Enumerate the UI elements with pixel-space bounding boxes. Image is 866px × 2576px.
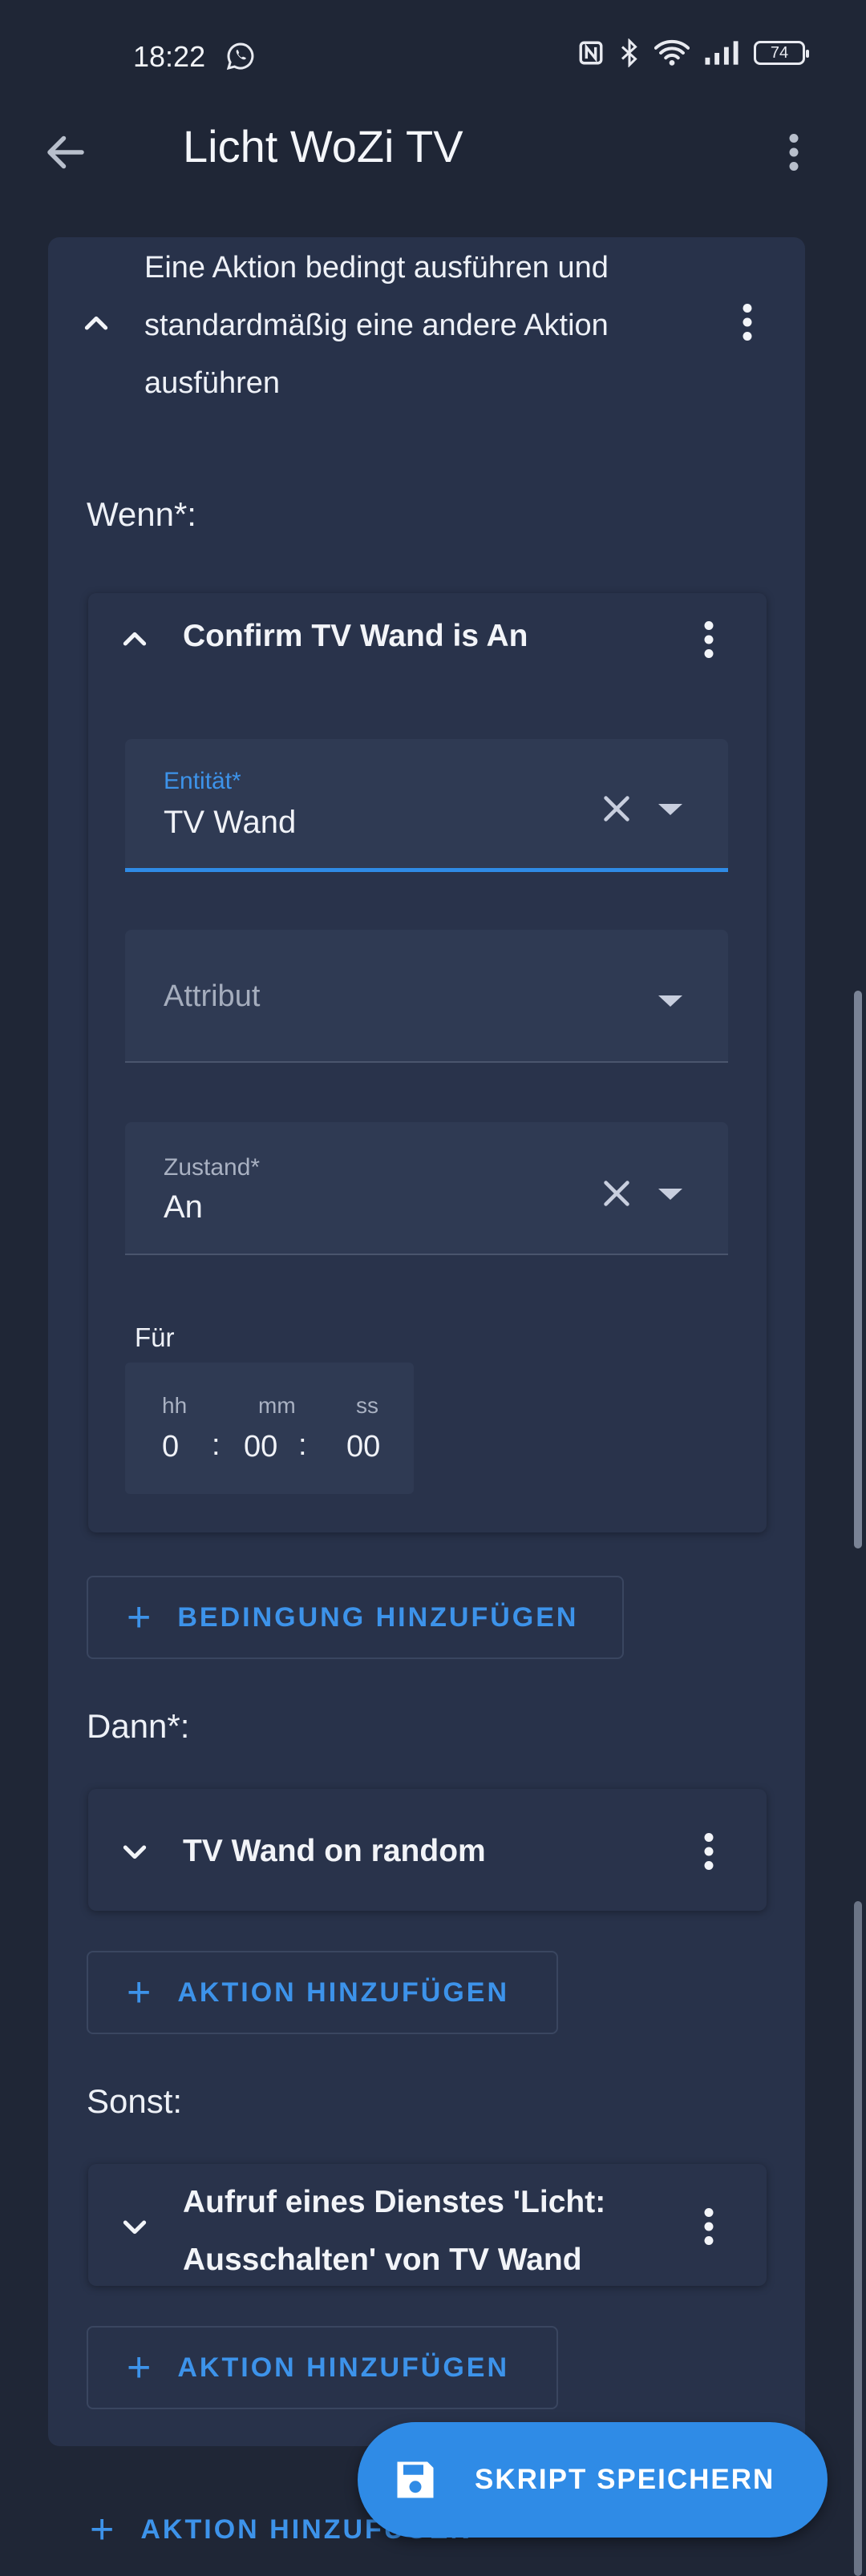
else-action-title: Aufruf eines Dienstes 'Licht: Ausschalte… bbox=[183, 2174, 605, 2289]
else-label: Sonst: bbox=[87, 2082, 183, 2120]
plus-icon: + bbox=[127, 2344, 154, 2391]
battery-level: 74 bbox=[770, 43, 789, 62]
condition-menu-icon[interactable] bbox=[685, 616, 733, 664]
seconds-value[interactable]: 00 bbox=[346, 1430, 380, 1464]
hh-label: hh bbox=[162, 1393, 188, 1418]
then-action-title: TV Wand on random bbox=[183, 1834, 486, 1868]
entity-label: Entität* bbox=[164, 768, 241, 794]
for-label: Für bbox=[135, 1322, 175, 1352]
save-script-label: SKRIPT SPEICHERN bbox=[475, 2464, 775, 2495]
ss-label: ss bbox=[356, 1393, 378, 1418]
state-label: Zustand* bbox=[164, 1154, 261, 1181]
battery-icon: 74 bbox=[754, 41, 809, 65]
add-action-button[interactable]: + AKTION HINZUFÜGEN bbox=[87, 1951, 558, 2034]
action-menu-icon[interactable] bbox=[685, 2203, 733, 2251]
card-title: Eine Aktion bedingt ausführen und standa… bbox=[144, 239, 722, 412]
action-menu-icon[interactable] bbox=[685, 1827, 733, 1875]
minutes-value[interactable]: 00 bbox=[244, 1430, 277, 1464]
scrollbar[interactable] bbox=[854, 1901, 862, 2576]
if-label: Wenn*: bbox=[87, 495, 196, 533]
state-value[interactable]: An bbox=[164, 1189, 203, 1225]
scrollbar[interactable] bbox=[854, 991, 862, 1548]
clear-icon[interactable] bbox=[598, 790, 635, 827]
hours-value[interactable]: 0 bbox=[162, 1430, 179, 1464]
expand-chevron-icon[interactable] bbox=[111, 1827, 159, 1875]
card-title-line: ausführen bbox=[144, 366, 281, 400]
dropdown-arrow-icon[interactable] bbox=[658, 995, 682, 1007]
add-action-label: AKTION HINZUFÜGEN bbox=[177, 2352, 510, 2383]
add-action-button[interactable]: + AKTION HINZUFÜGEN bbox=[87, 2326, 558, 2409]
status-icons: 74 bbox=[577, 38, 809, 67]
overflow-menu-icon[interactable] bbox=[770, 128, 818, 176]
signal-icon bbox=[705, 41, 739, 65]
wifi-icon bbox=[654, 39, 690, 66]
time-separator: : bbox=[212, 1428, 221, 1462]
add-condition-label: BEDINGUNG HINZUFÜGEN bbox=[177, 1601, 579, 1633]
mm-label: mm bbox=[258, 1393, 296, 1418]
status-time: 18:22 bbox=[133, 40, 206, 73]
nfc-icon bbox=[579, 41, 603, 65]
expand-chevron-icon[interactable] bbox=[111, 2203, 159, 2251]
then-label: Dann*: bbox=[87, 1707, 190, 1745]
whatsapp-icon bbox=[226, 42, 254, 71]
clear-icon[interactable] bbox=[598, 1175, 635, 1212]
add-condition-button[interactable]: + BEDINGUNG HINZUFÜGEN bbox=[87, 1576, 624, 1659]
plus-icon: + bbox=[127, 1594, 154, 1641]
card-menu-icon[interactable] bbox=[723, 298, 771, 346]
state-field[interactable] bbox=[125, 1122, 728, 1255]
plus-icon: + bbox=[90, 2506, 117, 2553]
dropdown-arrow-icon[interactable] bbox=[658, 1189, 682, 1200]
time-separator: : bbox=[298, 1428, 307, 1462]
duration-input[interactable] bbox=[125, 1363, 414, 1494]
attribute-placeholder: Attribut bbox=[164, 979, 261, 1013]
condition-title: Confirm TV Wand is An bbox=[183, 619, 528, 653]
add-action-label: AKTION HINZUFÜGEN bbox=[177, 1976, 510, 2008]
page-title: Licht WoZi TV bbox=[183, 121, 463, 172]
card-title-line: Eine Aktion bedingt ausführen und bbox=[144, 251, 609, 285]
else-action-line: Aufruf eines Dienstes 'Licht: bbox=[183, 2185, 606, 2219]
save-icon bbox=[397, 2461, 434, 2498]
save-script-button[interactable]: SKRIPT SPEICHERN bbox=[358, 2422, 828, 2538]
entity-value[interactable]: TV Wand bbox=[164, 805, 296, 841]
bluetooth-icon bbox=[621, 38, 637, 67]
card-title-line: standardmäßig eine andere Aktion bbox=[144, 309, 609, 342]
condition-collapse-icon[interactable] bbox=[111, 616, 159, 664]
dropdown-arrow-icon[interactable] bbox=[658, 804, 682, 815]
collapse-chevron-icon[interactable] bbox=[72, 300, 120, 348]
back-arrow-icon[interactable] bbox=[42, 128, 90, 176]
else-action-line: Ausschalten' von TV Wand bbox=[183, 2243, 582, 2277]
plus-icon: + bbox=[127, 1969, 154, 2016]
